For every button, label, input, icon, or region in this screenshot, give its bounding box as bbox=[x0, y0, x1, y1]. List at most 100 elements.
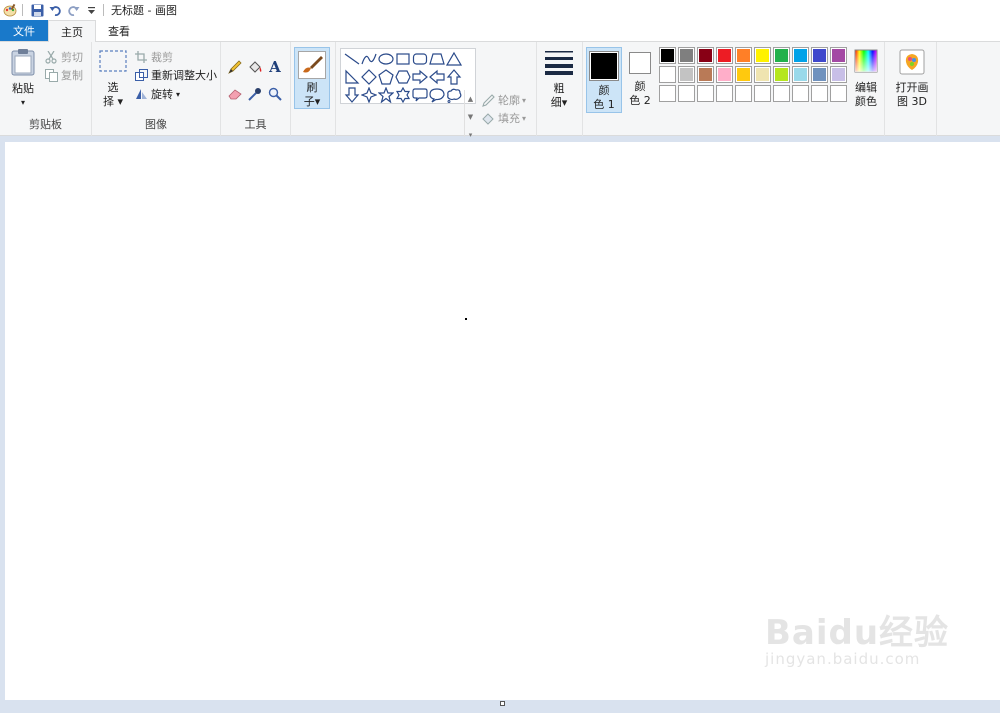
palette-color-swatch[interactable] bbox=[716, 85, 733, 102]
toolbar-separator bbox=[22, 4, 23, 16]
cloud-callout-shape-icon[interactable] bbox=[446, 87, 462, 103]
paste-button[interactable]: 粘贴 ▾ bbox=[6, 48, 40, 110]
pentagon-shape-icon[interactable] bbox=[378, 69, 394, 85]
left-arrow-shape-icon[interactable] bbox=[429, 69, 445, 85]
palette-color-swatch[interactable] bbox=[830, 47, 847, 64]
palette-color-swatch[interactable] bbox=[716, 47, 733, 64]
size-label-2: 细▾ bbox=[550, 96, 568, 109]
save-icon[interactable] bbox=[29, 2, 45, 18]
palette-color-swatch[interactable] bbox=[659, 85, 676, 102]
canvas-resize-handle[interactable] bbox=[500, 701, 505, 706]
palette-color-swatch[interactable] bbox=[659, 66, 676, 83]
tab-view[interactable]: 查看 bbox=[96, 20, 142, 41]
palette-color-swatch[interactable] bbox=[773, 85, 790, 102]
cut-button[interactable]: 剪切 bbox=[44, 49, 83, 65]
rotate-icon bbox=[134, 87, 148, 101]
down-arrow-shape-icon[interactable] bbox=[344, 87, 360, 103]
rotate-button[interactable]: 旋转 ▾ bbox=[134, 86, 180, 102]
six-point-star-shape-icon[interactable] bbox=[395, 87, 411, 103]
palette-color-swatch[interactable] bbox=[811, 66, 828, 83]
select-label-1: 选 bbox=[107, 81, 119, 94]
chevron-down-icon: ▾ bbox=[522, 95, 527, 105]
fill-button[interactable]: 填充 ▾ bbox=[481, 110, 526, 126]
copy-button[interactable]: 复制 bbox=[44, 67, 83, 83]
palette-color-swatch[interactable] bbox=[754, 85, 771, 102]
palette-color-swatch[interactable] bbox=[830, 85, 847, 102]
chevron-down-icon: ▾ bbox=[176, 89, 181, 99]
size-button[interactable]: 粗 细▾ bbox=[542, 49, 576, 110]
oval-shape-icon[interactable] bbox=[378, 51, 394, 67]
canvas-dot bbox=[465, 318, 467, 320]
color-1-button[interactable]: 颜 色 1 bbox=[586, 47, 622, 113]
hexagon-shape-icon[interactable] bbox=[395, 69, 411, 85]
paint-app-icon[interactable] bbox=[2, 2, 18, 18]
text-tool-icon[interactable]: A bbox=[266, 58, 284, 76]
line-shape-icon[interactable] bbox=[344, 51, 360, 67]
brushes-button[interactable]: 刷 子▾ bbox=[294, 47, 330, 109]
palette-color-swatch[interactable] bbox=[811, 47, 828, 64]
up-arrow-shape-icon[interactable] bbox=[446, 69, 462, 85]
palette-color-fill bbox=[775, 49, 788, 62]
tab-home[interactable]: 主页 bbox=[48, 20, 96, 42]
palette-color-swatch[interactable] bbox=[735, 85, 752, 102]
brushes-label-2: 子▾ bbox=[303, 95, 321, 108]
outline-button[interactable]: 轮廓 ▾ bbox=[481, 92, 526, 108]
fill-bucket-icon[interactable] bbox=[246, 58, 264, 76]
palette-color-swatch[interactable] bbox=[678, 66, 695, 83]
eraser-icon[interactable] bbox=[226, 85, 244, 103]
five-point-star-shape-icon[interactable] bbox=[378, 87, 394, 103]
color-picker-icon[interactable] bbox=[246, 85, 264, 103]
right-triangle-shape-icon[interactable] bbox=[344, 69, 360, 85]
magnifier-icon[interactable] bbox=[266, 85, 284, 103]
triangle-shape-icon[interactable] bbox=[446, 51, 462, 67]
select-button[interactable]: 选 择 ▾ bbox=[96, 50, 130, 109]
undo-icon[interactable] bbox=[47, 2, 63, 18]
customize-quick-access-icon[interactable] bbox=[83, 2, 99, 18]
palette-color-swatch[interactable] bbox=[754, 47, 771, 64]
palette-color-swatch[interactable] bbox=[792, 47, 809, 64]
rectangle-shape-icon[interactable] bbox=[395, 51, 411, 67]
open-paint-3d-button[interactable]: 打开画 图 3D bbox=[891, 49, 933, 109]
resize-button[interactable]: 重新调整大小 bbox=[134, 67, 217, 83]
polygon-shape-icon[interactable] bbox=[429, 51, 445, 67]
color-2-swatch bbox=[629, 52, 651, 74]
palette-color-swatch[interactable] bbox=[659, 47, 676, 64]
rounded-callout-shape-icon[interactable] bbox=[412, 87, 428, 103]
crop-icon bbox=[134, 50, 148, 64]
resize-icon bbox=[134, 68, 148, 82]
palette-color-swatch[interactable] bbox=[678, 85, 695, 102]
color-1-fill bbox=[591, 53, 617, 79]
scroll-up-icon[interactable]: ▲ bbox=[465, 90, 476, 108]
crop-button[interactable]: 裁剪 bbox=[134, 49, 173, 65]
chevron-down-icon: ▾ bbox=[522, 113, 527, 123]
right-arrow-shape-icon[interactable] bbox=[412, 69, 428, 85]
palette-color-swatch[interactable] bbox=[792, 66, 809, 83]
curve-shape-icon[interactable] bbox=[361, 51, 377, 67]
palette-color-swatch[interactable] bbox=[735, 66, 752, 83]
palette-color-fill bbox=[756, 68, 769, 81]
pencil-icon[interactable] bbox=[226, 58, 244, 76]
palette-color-swatch[interactable] bbox=[773, 47, 790, 64]
four-point-star-shape-icon[interactable] bbox=[361, 87, 377, 103]
tab-file[interactable]: 文件 bbox=[0, 20, 48, 41]
palette-color-swatch[interactable] bbox=[811, 85, 828, 102]
palette-color-swatch[interactable] bbox=[697, 66, 714, 83]
palette-color-swatch[interactable] bbox=[773, 66, 790, 83]
palette-color-swatch[interactable] bbox=[697, 47, 714, 64]
palette-color-swatch[interactable] bbox=[735, 47, 752, 64]
palette-color-swatch[interactable] bbox=[716, 66, 733, 83]
palette-color-swatch[interactable] bbox=[754, 66, 771, 83]
diamond-shape-icon[interactable] bbox=[361, 69, 377, 85]
scroll-down-icon[interactable]: ▼ bbox=[465, 108, 476, 126]
palette-color-swatch[interactable] bbox=[830, 66, 847, 83]
palette-color-fill bbox=[680, 87, 693, 100]
edit-colors-button[interactable]: 编辑 颜色 bbox=[851, 49, 881, 109]
palette-color-swatch[interactable] bbox=[792, 85, 809, 102]
oval-callout-shape-icon[interactable] bbox=[429, 87, 445, 103]
redo-icon[interactable] bbox=[65, 2, 81, 18]
color-2-button[interactable]: 颜 色 2 bbox=[624, 52, 656, 108]
paint-3d-label-2: 图 3D bbox=[897, 95, 927, 108]
palette-color-swatch[interactable] bbox=[697, 85, 714, 102]
palette-color-swatch[interactable] bbox=[678, 47, 695, 64]
rounded-rectangle-shape-icon[interactable] bbox=[412, 51, 428, 67]
